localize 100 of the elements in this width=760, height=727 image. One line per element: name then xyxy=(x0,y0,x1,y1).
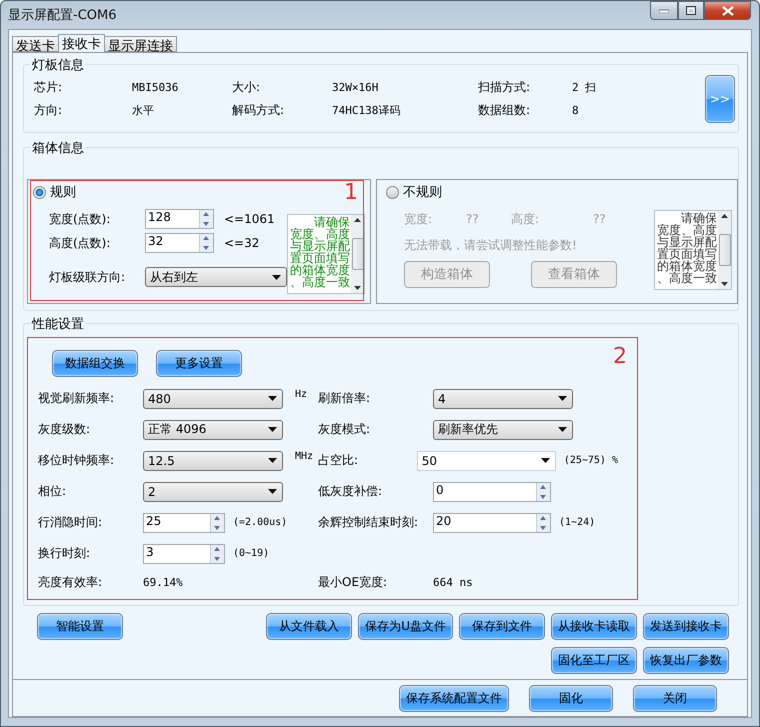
scroll-up-icon[interactable] xyxy=(354,218,361,222)
dropdown[interactable]: 12.5 xyxy=(143,450,283,470)
field-label: 最小OE宽度: xyxy=(318,574,388,590)
dropdown-arrow-icon xyxy=(268,458,277,463)
field-value: 8 xyxy=(572,104,580,117)
unit-label: (1~24) xyxy=(559,517,596,528)
field-label: 扫描方式: xyxy=(478,79,532,96)
footer-button[interactable]: 关闭 xyxy=(633,684,717,712)
status-message: 无法带载，请尝试调整性能参数! xyxy=(404,236,577,254)
field-label: 灰度级数: xyxy=(38,421,92,438)
scrollbar[interactable] xyxy=(351,215,364,293)
footer-button[interactable]: 固化 xyxy=(529,684,613,712)
field-label: 余辉控制结束时刻: xyxy=(318,514,420,531)
number-field[interactable]: 25 xyxy=(143,512,225,532)
action-button[interactable]: 固化至工厂区 xyxy=(551,647,637,674)
field-value: 32W×16H xyxy=(332,81,380,94)
maximize-button[interactable] xyxy=(678,1,704,20)
field-label: 数据组数: xyxy=(478,102,532,119)
field-label: 行消隐时间: xyxy=(38,514,104,531)
radio-button[interactable] xyxy=(33,186,46,198)
dropdown-arrow-icon xyxy=(558,396,567,401)
annotation-number: 2 xyxy=(613,344,627,369)
spin-down-icon[interactable] xyxy=(200,243,212,252)
action-button[interactable]: 从接收卡读取 xyxy=(551,613,637,640)
action-button[interactable]: 保存为U盘文件 xyxy=(358,613,453,640)
field-label: 灯板级联方向: xyxy=(49,268,126,286)
settings-button[interactable]: 数据组交换 xyxy=(52,350,138,377)
tab[interactable]: 接收卡 xyxy=(58,34,105,52)
field-label: 解码方式: xyxy=(232,102,286,119)
scroll-down-icon[interactable] xyxy=(721,282,728,286)
number-field[interactable]: 3 xyxy=(143,544,225,564)
dropdown-arrow-icon xyxy=(268,396,277,401)
dropdown[interactable]: 从右到左 xyxy=(145,267,287,287)
field-label: 亮度有效率: xyxy=(38,574,104,590)
field-label: 方向: xyxy=(34,102,64,119)
footer-button[interactable]: 保存系统配置文件 xyxy=(399,684,509,712)
spin-up-icon[interactable] xyxy=(211,514,223,522)
action-button[interactable]: 从文件载入 xyxy=(266,613,352,640)
minimize-icon xyxy=(659,8,669,12)
dropdown-arrow-icon xyxy=(268,427,277,432)
field-label: 换行时刻: xyxy=(38,545,92,562)
field-value: 2 扫 xyxy=(572,80,598,95)
number-field[interactable]: 32 xyxy=(145,233,214,253)
unit-label: Hz xyxy=(295,389,308,400)
scroll-down-icon[interactable] xyxy=(354,286,361,290)
field-label: 低灰度补偿: xyxy=(318,483,384,500)
unit-label: (=2.00us) xyxy=(233,517,288,528)
maximize-icon xyxy=(686,6,696,15)
field-label: 高度(点数): xyxy=(49,234,112,252)
combo-field[interactable]: 50 xyxy=(416,450,556,470)
tab[interactable]: 显示屏连接 xyxy=(104,36,177,52)
field-value: 水平 xyxy=(132,103,155,118)
spin-up-icon[interactable] xyxy=(537,482,549,492)
spin-up-icon[interactable] xyxy=(200,234,212,243)
window-title: 显示屏配置-COM6 xyxy=(8,7,116,24)
group-title: 灯板信息 xyxy=(30,56,86,74)
dropdown[interactable]: 2 xyxy=(143,482,283,502)
close-button[interactable] xyxy=(704,1,751,20)
note-text: 请确保宽度、高度与显示屏配置页面填写的箱体宽度、高度一致 xyxy=(289,215,351,291)
group-title: 性能设置 xyxy=(30,315,86,333)
limit-label: <=1061 xyxy=(224,212,275,226)
action-button[interactable]: 保存到文件 xyxy=(459,613,545,640)
number-field[interactable]: 128 xyxy=(145,209,214,229)
action-button[interactable]: 发送到接收卡 xyxy=(643,613,729,640)
settings-button[interactable]: 更多设置 xyxy=(156,350,242,377)
field-value: ?? xyxy=(466,212,480,226)
field-label: 刷新倍率: xyxy=(318,390,372,407)
unit-label: MHz xyxy=(295,451,314,462)
number-field[interactable]: 0 xyxy=(433,482,551,502)
dropdown-arrow-icon xyxy=(558,427,567,432)
field-label: 占空比: xyxy=(318,452,360,469)
annotation-number: 1 xyxy=(344,180,358,205)
minimize-button[interactable] xyxy=(650,1,678,20)
dropdown[interactable]: 正常 4096 xyxy=(143,420,283,440)
dropdown-arrow-icon xyxy=(540,458,550,463)
action-button[interactable]: 恢复出厂参数 xyxy=(643,647,729,674)
field-label: 灰度模式: xyxy=(318,421,372,438)
note-text: 请确保宽度、高度与显示屏配置页面填写的箱体宽度、高度一致 xyxy=(656,211,718,287)
field-label: 大小: xyxy=(232,79,262,96)
smart-settings-button[interactable]: 智能设置 xyxy=(37,613,123,640)
spin-up-icon[interactable] xyxy=(211,544,223,554)
dropdown[interactable]: 4 xyxy=(433,388,573,408)
field-label: 视觉刷新频率: xyxy=(38,390,116,407)
field-value: ?? xyxy=(593,212,606,226)
dropdown[interactable]: 480 xyxy=(143,388,283,408)
field-value: 74HC138译码 xyxy=(332,103,402,118)
spin-up-icon[interactable] xyxy=(200,210,212,219)
spin-up-icon[interactable] xyxy=(537,514,549,522)
number-field[interactable]: 20 xyxy=(433,512,551,532)
tab[interactable]: 发送卡 xyxy=(12,36,59,52)
field-label: 芯片: xyxy=(34,79,64,96)
field-label: 宽度(点数): xyxy=(49,210,112,228)
unit-label: (25~75) % xyxy=(564,455,618,466)
radio-label[interactable]: 规则 xyxy=(50,183,76,201)
field-label: 相位: xyxy=(38,483,68,500)
scroll-up-icon[interactable] xyxy=(721,214,728,218)
dropdown-arrow-icon xyxy=(272,274,281,280)
scrollbar[interactable] xyxy=(718,211,731,289)
spin-down-icon[interactable] xyxy=(200,219,212,228)
dropdown[interactable]: 刷新率优先 xyxy=(433,420,573,440)
